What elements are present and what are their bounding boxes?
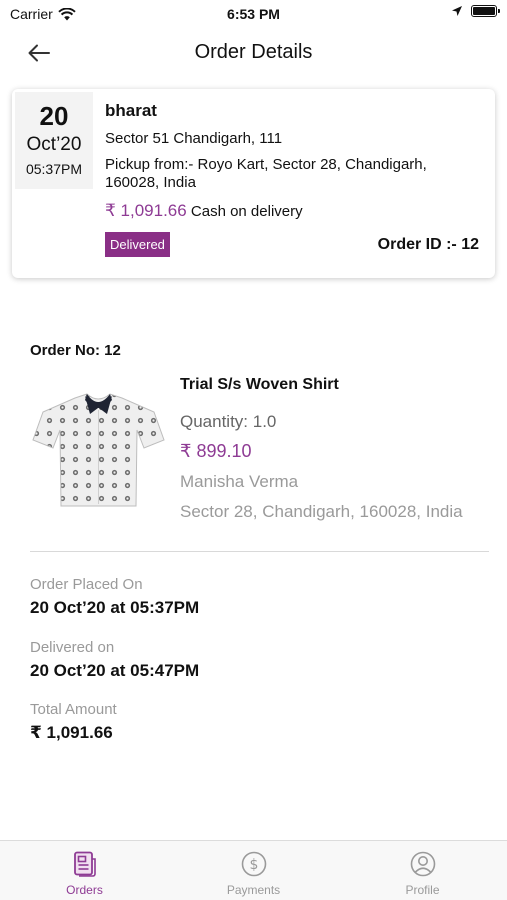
order-date-box: 20 Oct’20 05:37PM bbox=[15, 92, 93, 189]
divider bbox=[30, 551, 489, 552]
order-placed-value: 20 Oct’20 at 05:37PM bbox=[30, 598, 200, 617]
order-day: 20 bbox=[39, 101, 69, 131]
svg-text:$: $ bbox=[249, 857, 258, 873]
location-arrow-icon bbox=[452, 6, 462, 16]
order-summary-card[interactable]: 20 Oct’20 05:37PM bharat Sector 51 Chand… bbox=[12, 89, 495, 278]
clock: 6:53 PM bbox=[227, 6, 280, 22]
tab-profile-label: Profile bbox=[405, 883, 440, 897]
tab-orders[interactable]: Orders bbox=[0, 841, 169, 900]
delivered-label: Delivered on bbox=[30, 639, 115, 656]
tab-payments-label: Payments bbox=[226, 883, 281, 897]
payments-icon: $ bbox=[241, 851, 267, 877]
product-price: ₹ 899.10 bbox=[180, 441, 252, 461]
customer-name: bharat bbox=[105, 101, 157, 120]
order-time: 05:37PM bbox=[25, 161, 83, 177]
product-image bbox=[32, 393, 165, 507]
customer-address: Sector 51 Chandigarh, 111 bbox=[105, 130, 283, 147]
battery-icon bbox=[471, 5, 500, 17]
orders-icon bbox=[72, 851, 98, 877]
tab-payments[interactable]: $ Payments bbox=[169, 841, 338, 900]
product-info: Trial S/s Woven Shirt Quantity: 1.0 ₹ 89… bbox=[180, 376, 480, 522]
delivered-value: 20 Oct’20 at 05:47PM bbox=[30, 661, 200, 680]
total-amount-label: Total Amount bbox=[30, 701, 117, 718]
status-badge: Delivered bbox=[105, 232, 170, 257]
pickup-address: Pickup from:- Royo Kart, Sector 28, Chan… bbox=[105, 156, 427, 191]
tab-orders-label: Orders bbox=[66, 883, 103, 897]
nav-bar: Order Details bbox=[0, 30, 507, 74]
seller-address: Sector 28, Chandigarh, 160028, India bbox=[180, 502, 463, 521]
order-id: Order ID :- 12 bbox=[377, 236, 479, 253]
product-name: Trial S/s Woven Shirt bbox=[180, 376, 339, 393]
order-month: Oct’20 bbox=[26, 134, 82, 155]
tab-bar: Orders $ Payments Profile bbox=[0, 840, 507, 900]
order-placed-label: Order Placed On bbox=[30, 576, 143, 593]
order-amount: ₹ 1,091.66 bbox=[105, 201, 187, 220]
seller-name: Manisha Verma bbox=[180, 472, 299, 491]
status-bar: Carrier 6:53 PM bbox=[0, 0, 507, 28]
tab-profile[interactable]: Profile bbox=[338, 841, 507, 900]
page-title: Order Details bbox=[194, 41, 313, 63]
order-summary-info: bharat Sector 51 Chandigarh, 111 Pickup … bbox=[105, 101, 485, 221]
profile-icon bbox=[410, 851, 436, 877]
total-amount-value: ₹ 1,091.66 bbox=[30, 723, 113, 742]
payment-method: Cash on delivery bbox=[190, 203, 303, 220]
payment-line: ₹ 1,091.66 Cash on delivery bbox=[105, 201, 485, 221]
order-number: Order No: 12 bbox=[30, 342, 121, 359]
product-quantity: Quantity: 1.0 bbox=[180, 412, 277, 431]
